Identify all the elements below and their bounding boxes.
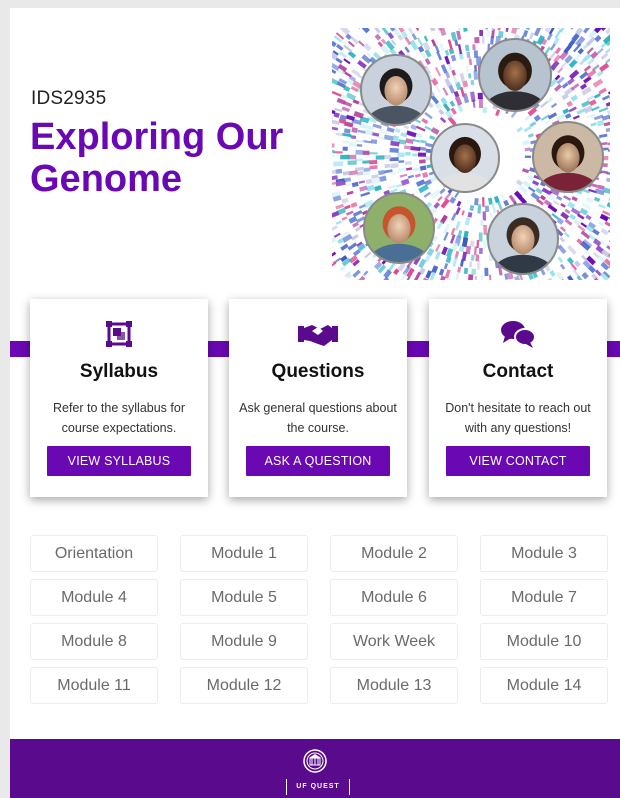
portrait-3 [430,123,500,193]
module-link-1[interactable]: Module 1 [180,535,308,572]
questions-card: Questions Ask general questions about th… [229,299,407,497]
module-link-orientation[interactable]: Orientation [30,535,158,572]
module-link-10[interactable]: Module 10 [480,623,608,660]
module-link-6[interactable]: Module 6 [330,579,458,616]
syllabus-card: Syllabus Refer to the syllabus for cours… [30,299,208,497]
genome-collage-image [332,28,610,280]
course-title: Exploring Our Genome [30,116,284,200]
module-link-8[interactable]: Module 8 [30,623,158,660]
module-link-4[interactable]: Module 4 [30,579,158,616]
questions-title: Questions [271,361,365,382]
module-link-11[interactable]: Module 11 [30,667,158,704]
footer: UF QUEST [10,739,620,798]
syllabus-description: Refer to the syllabus for course expecta… [52,401,185,435]
module-link-7[interactable]: Module 7 [480,579,608,616]
chat-icon [429,319,607,351]
view-contact-button[interactable]: VIEW CONTACT [446,446,590,476]
module-link-14[interactable]: Module 14 [480,667,608,704]
handshake-icon [229,319,407,351]
module-link-5[interactable]: Module 5 [180,579,308,616]
uf-seal-icon [303,749,327,778]
module-link-9[interactable]: Module 9 [180,623,308,660]
ask-a-question-button[interactable]: ASK A QUESTION [246,446,390,476]
module-link-3[interactable]: Module 3 [480,535,608,572]
portrait-5 [363,192,435,264]
course-homepage: IDS2935 Exploring Our Genome Syllabus Re… [10,8,620,798]
view-syllabus-button[interactable]: VIEW SYLLABUS [47,446,191,476]
contact-card: Contact Don't hesitate to reach out with… [429,299,607,497]
module-link-13[interactable]: Module 13 [330,667,458,704]
course-code: IDS2935 [31,88,107,109]
module-link-12[interactable]: Module 12 [180,667,308,704]
syllabus-icon [30,319,208,351]
module-link-work-week[interactable]: Work Week [330,623,458,660]
uf-quest-brand[interactable]: UF QUEST [286,779,350,795]
contact-title: Contact [482,361,554,382]
syllabus-title: Syllabus [79,361,159,382]
portrait-4 [532,121,604,193]
questions-description: Ask general questions about the course. [239,401,397,435]
module-link-2[interactable]: Module 2 [330,535,458,572]
contact-description: Don't hesitate to reach out with any que… [445,401,591,435]
